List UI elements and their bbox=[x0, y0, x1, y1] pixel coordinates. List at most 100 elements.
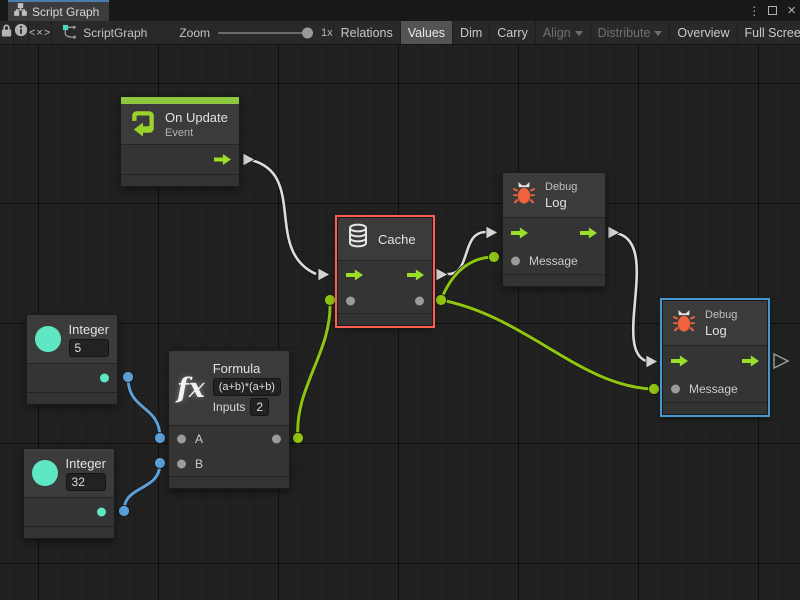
tab-bar: Script Graph ⋮ × bbox=[0, 0, 800, 21]
node-header[interactable]: On Update Event bbox=[121, 104, 239, 144]
flow-output-port[interactable] bbox=[742, 356, 759, 367]
flow-output-port[interactable] bbox=[407, 270, 424, 281]
node-title: Cache bbox=[378, 232, 416, 247]
flow-output-port[interactable] bbox=[580, 228, 597, 239]
zoom-slider[interactable] bbox=[218, 32, 313, 34]
toolbar-button-align[interactable]: Align bbox=[536, 21, 591, 44]
toolbar-right-group: Relations Values Dim Carry Align Distrib… bbox=[333, 21, 800, 44]
window-maximize-icon[interactable] bbox=[768, 6, 777, 15]
tab-script-graph[interactable]: Script Graph bbox=[8, 0, 109, 21]
node-cache[interactable]: Cache bbox=[337, 217, 433, 326]
lock-icon bbox=[0, 23, 13, 43]
loop-event-icon bbox=[129, 108, 157, 141]
node-header[interactable]: Debug Log bbox=[503, 173, 605, 217]
code-preview-button[interactable]: <×> bbox=[29, 21, 52, 44]
button-label: Align bbox=[543, 26, 571, 40]
lock-button[interactable] bbox=[0, 21, 14, 44]
toolbar-button-fullscreen[interactable]: Full Screen bbox=[738, 21, 800, 44]
flow-input-port[interactable] bbox=[511, 228, 528, 239]
formula-output-port[interactable] bbox=[272, 435, 281, 444]
inputs-label: Inputs bbox=[213, 400, 246, 414]
node-title: Formula bbox=[213, 361, 281, 376]
zoom-slider-handle[interactable] bbox=[302, 27, 313, 38]
hierarchy-icon bbox=[14, 3, 27, 21]
node-header[interactable]: Debug Log bbox=[663, 301, 767, 345]
node-category: Debug bbox=[705, 309, 737, 321]
node-debug-log-1[interactable]: Debug Log Message bbox=[502, 172, 606, 287]
button-label: Carry bbox=[497, 26, 528, 40]
node-title: On Update bbox=[165, 110, 228, 125]
unity-script-graph-window: On Update Event Cache bbox=[0, 0, 800, 600]
integer-value-field[interactable]: 32 bbox=[66, 473, 106, 491]
node-header[interactable]: fx Formula (a+b)*(a+b) Inputs 2 bbox=[169, 351, 289, 425]
node-formula[interactable]: fx Formula (a+b)*(a+b) Inputs 2 A B bbox=[168, 350, 290, 489]
node-integer-2[interactable]: Integer 32 bbox=[23, 448, 115, 539]
node-title: Log bbox=[705, 323, 737, 338]
button-label: Overview bbox=[677, 26, 729, 40]
formula-expression-field[interactable]: (a+b)*(a+b) bbox=[213, 378, 281, 396]
message-input-port[interactable] bbox=[671, 385, 680, 394]
flow-output-port[interactable] bbox=[214, 154, 231, 165]
node-footer bbox=[663, 403, 767, 414]
graph-name: ScriptGraph bbox=[83, 26, 147, 40]
window-close-icon[interactable]: × bbox=[787, 6, 796, 15]
integer-value-field[interactable]: 5 bbox=[69, 339, 109, 357]
button-label: Distribute bbox=[598, 26, 651, 40]
node-footer bbox=[503, 275, 605, 286]
event-accent-bar bbox=[121, 97, 239, 104]
node-header[interactable]: Integer 5 bbox=[27, 315, 117, 363]
flow-input-port[interactable] bbox=[346, 270, 363, 281]
toolbar-button-distribute[interactable]: Distribute bbox=[591, 21, 671, 44]
node-debug-log-2[interactable]: Debug Log Message bbox=[662, 300, 768, 415]
tab-title: Script Graph bbox=[32, 5, 99, 19]
window-menu-icon[interactable]: ⋮ bbox=[748, 4, 758, 18]
value-output-port[interactable] bbox=[415, 297, 424, 306]
node-header[interactable]: Integer 32 bbox=[24, 449, 114, 497]
button-label: Full Screen bbox=[745, 26, 800, 40]
database-icon bbox=[346, 223, 370, 255]
input-port-b[interactable] bbox=[177, 460, 186, 469]
port-label: Message bbox=[529, 254, 578, 268]
info-button[interactable] bbox=[14, 21, 29, 44]
inputs-count-field[interactable]: 2 bbox=[250, 398, 269, 416]
toolbar-button-values[interactable]: Values bbox=[401, 21, 453, 44]
flow-input-port[interactable] bbox=[671, 356, 688, 367]
integer-type-icon bbox=[35, 326, 61, 352]
node-footer bbox=[169, 477, 289, 488]
node-title: Integer bbox=[66, 456, 106, 471]
bug-icon bbox=[511, 180, 537, 211]
node-title: Log bbox=[545, 195, 577, 210]
port-label: B bbox=[195, 457, 203, 471]
zoom-label: Zoom bbox=[179, 26, 210, 40]
toolbar-button-overview[interactable]: Overview bbox=[670, 21, 737, 44]
code-icon: <×> bbox=[29, 27, 51, 39]
dropdown-arrow-icon bbox=[654, 31, 662, 36]
integer-type-icon bbox=[32, 460, 58, 486]
node-footer bbox=[121, 175, 239, 186]
info-icon bbox=[14, 23, 28, 42]
node-on-update[interactable]: On Update Event bbox=[120, 96, 240, 187]
zoom-value: 1x bbox=[321, 27, 333, 39]
node-footer bbox=[27, 393, 117, 404]
graph-toolbar: <×> ScriptGraph Zoom 1x Relations Values bbox=[0, 21, 800, 45]
node-header[interactable]: Cache bbox=[338, 218, 432, 260]
graph-identifier[interactable]: ScriptGraph bbox=[52, 21, 157, 44]
button-label: Dim bbox=[460, 26, 482, 40]
port-label: A bbox=[195, 432, 203, 446]
node-footer bbox=[24, 527, 114, 538]
node-subtitle: Event bbox=[165, 127, 228, 139]
input-port-a[interactable] bbox=[177, 435, 186, 444]
port-label: Message bbox=[689, 382, 738, 396]
node-category: Debug bbox=[545, 181, 577, 193]
node-integer-1[interactable]: Integer 5 bbox=[26, 314, 118, 405]
bug-icon bbox=[671, 308, 697, 339]
script-graph-icon bbox=[62, 24, 77, 42]
toolbar-button-carry[interactable]: Carry bbox=[490, 21, 536, 44]
toolbar-button-relations[interactable]: Relations bbox=[334, 21, 401, 44]
integer-output-port[interactable] bbox=[100, 374, 109, 383]
value-input-port[interactable] bbox=[346, 297, 355, 306]
toolbar-button-dim[interactable]: Dim bbox=[453, 21, 490, 44]
integer-output-port[interactable] bbox=[97, 508, 106, 517]
message-input-port[interactable] bbox=[511, 257, 520, 266]
node-title: Integer bbox=[69, 322, 109, 337]
